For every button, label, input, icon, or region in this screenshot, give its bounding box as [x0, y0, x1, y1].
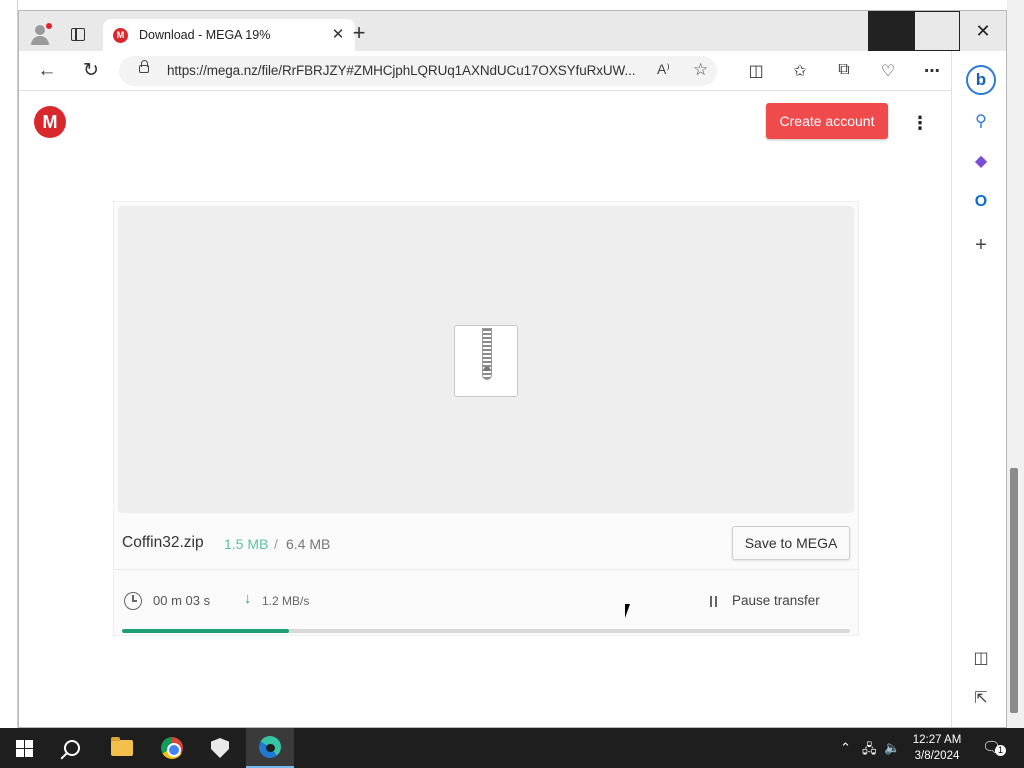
collections-icon[interactable]: ⧉	[833, 61, 855, 79]
file-name: Coffin32.zip	[122, 534, 204, 551]
window-controls: ✕	[868, 11, 1006, 51]
desktop-background-left	[0, 0, 18, 728]
show-hidden-icons-icon[interactable]: ⌃	[840, 740, 851, 756]
start-button[interactable]	[0, 728, 48, 768]
more-options-icon[interactable]: ⋮	[911, 112, 929, 134]
tab-actions-icon[interactable]	[71, 28, 85, 41]
url-text[interactable]: https://mega.nz/file/RrFBRJZY#ZMHCjphLQR…	[167, 63, 636, 78]
tab-title: Download - MEGA 19%	[139, 28, 271, 42]
mega-download-page: M Create account ⋮ Coffin32.zip 1.5 MB /…	[19, 92, 951, 727]
favorites-icon[interactable]: ✩	[789, 61, 811, 81]
minimize-button[interactable]	[868, 11, 914, 51]
more-icon[interactable]: ⋯	[921, 61, 943, 81]
copilot-icon[interactable]: ◆	[970, 151, 992, 173]
close-window-button[interactable]: ✕	[960, 11, 1006, 51]
edge-button[interactable]	[246, 728, 294, 768]
download-card: Coffin32.zip 1.5 MB / 6.4 MB Save to MEG…	[113, 201, 860, 636]
volume-icon[interactable]: 🔈	[884, 740, 900, 756]
elapsed-time: 00 m 03 s	[153, 593, 211, 608]
bing-chat-icon[interactable]: b	[966, 65, 996, 95]
mega-logo[interactable]: M	[34, 106, 66, 138]
browser-window: M Download - MEGA 19% ✕ + ✕ ← ↻ https://…	[18, 10, 1007, 728]
pause-transfer-button[interactable]: Pause transfer	[732, 593, 820, 608]
desktop-scrollbar-thumb[interactable]	[1010, 468, 1018, 713]
taskbar: ⌃ 🖧 🔈 12:27 AM 3/8/2024 🗨 1	[0, 728, 1024, 768]
progress-bar	[122, 629, 850, 633]
back-arrow-icon[interactable]: ←	[35, 59, 59, 83]
hide-sidebar-icon[interactable]: ◫	[970, 648, 992, 670]
windows-icon	[15, 739, 33, 757]
edge-icon	[259, 736, 281, 758]
open-external-icon[interactable]: ⇱	[970, 688, 992, 710]
down-arrow-icon: ↓	[244, 590, 252, 607]
tab-close-icon[interactable]: ✕	[329, 25, 347, 43]
star-icon[interactable]: ☆	[693, 60, 708, 80]
chrome-icon	[161, 737, 183, 759]
file-explorer-button[interactable]	[98, 728, 146, 768]
search-icon	[64, 740, 80, 756]
clock-date: 3/8/2024	[914, 750, 960, 762]
search-icon[interactable]: ⚲	[970, 111, 992, 133]
add-sidebar-app-icon[interactable]: +	[970, 234, 992, 256]
heartbeat-icon[interactable]: ♡	[877, 61, 899, 81]
outlook-icon[interactable]: O	[970, 191, 992, 213]
total-size: 6.4 MB	[286, 536, 331, 552]
transfer-status-row: 00 m 03 s ↓ 1.2 MB/s Pause transfer	[114, 572, 860, 628]
read-aloud-icon[interactable]: A⁾	[657, 61, 670, 78]
edge-sidebar: b ⚲ ◆ O + ◫ ⇱	[951, 51, 1006, 727]
clock-time: 12:27 AM	[912, 734, 962, 746]
navigation-bar: ← ↻ https://mega.nz/file/RrFBRJZY#ZMHCjp…	[19, 51, 1006, 91]
zip-file-icon	[454, 325, 518, 397]
address-bar[interactable]: https://mega.nz/file/RrFBRJZY#ZMHCjphLQR…	[119, 56, 717, 86]
lock-icon[interactable]	[139, 60, 149, 73]
shield-icon	[211, 738, 229, 758]
search-button[interactable]	[48, 728, 96, 768]
downloaded-size: 1.5 MB	[224, 536, 269, 552]
security-button[interactable]	[196, 728, 244, 768]
maximize-button[interactable]	[914, 11, 960, 51]
mouse-cursor	[625, 604, 635, 618]
folder-icon	[111, 737, 133, 756]
title-bar: M Download - MEGA 19% ✕ + ✕	[19, 11, 1006, 51]
file-preview	[118, 206, 854, 513]
create-account-button[interactable]: Create account	[766, 103, 888, 139]
save-to-mega-button[interactable]: Save to MEGA	[732, 526, 850, 560]
mega-favicon-icon: M	[113, 28, 128, 43]
size-separator: /	[274, 536, 278, 552]
notification-center-icon[interactable]: 🗨 1	[982, 738, 1006, 758]
new-tab-button[interactable]: +	[349, 22, 369, 44]
network-icon[interactable]: 🖧	[862, 740, 877, 762]
tab-mega-download[interactable]: M Download - MEGA 19% ✕	[103, 19, 355, 51]
pause-icon[interactable]	[709, 596, 718, 607]
progress-bar-fill	[122, 629, 290, 633]
chrome-button[interactable]	[148, 728, 196, 768]
system-clock[interactable]: 12:27 AM 3/8/2024	[906, 732, 968, 764]
desktop-scrollbar-area	[1007, 0, 1024, 728]
file-info-row: Coffin32.zip 1.5 MB / 6.4 MB Save to MEG…	[114, 518, 860, 570]
profile-icon[interactable]	[29, 23, 52, 45]
refresh-icon[interactable]: ↻	[79, 59, 103, 83]
download-speed: 1.2 MB/s	[262, 594, 310, 608]
clock-icon	[124, 592, 142, 610]
notification-count: 1	[995, 745, 1006, 756]
split-screen-icon[interactable]: ◫	[745, 61, 767, 81]
